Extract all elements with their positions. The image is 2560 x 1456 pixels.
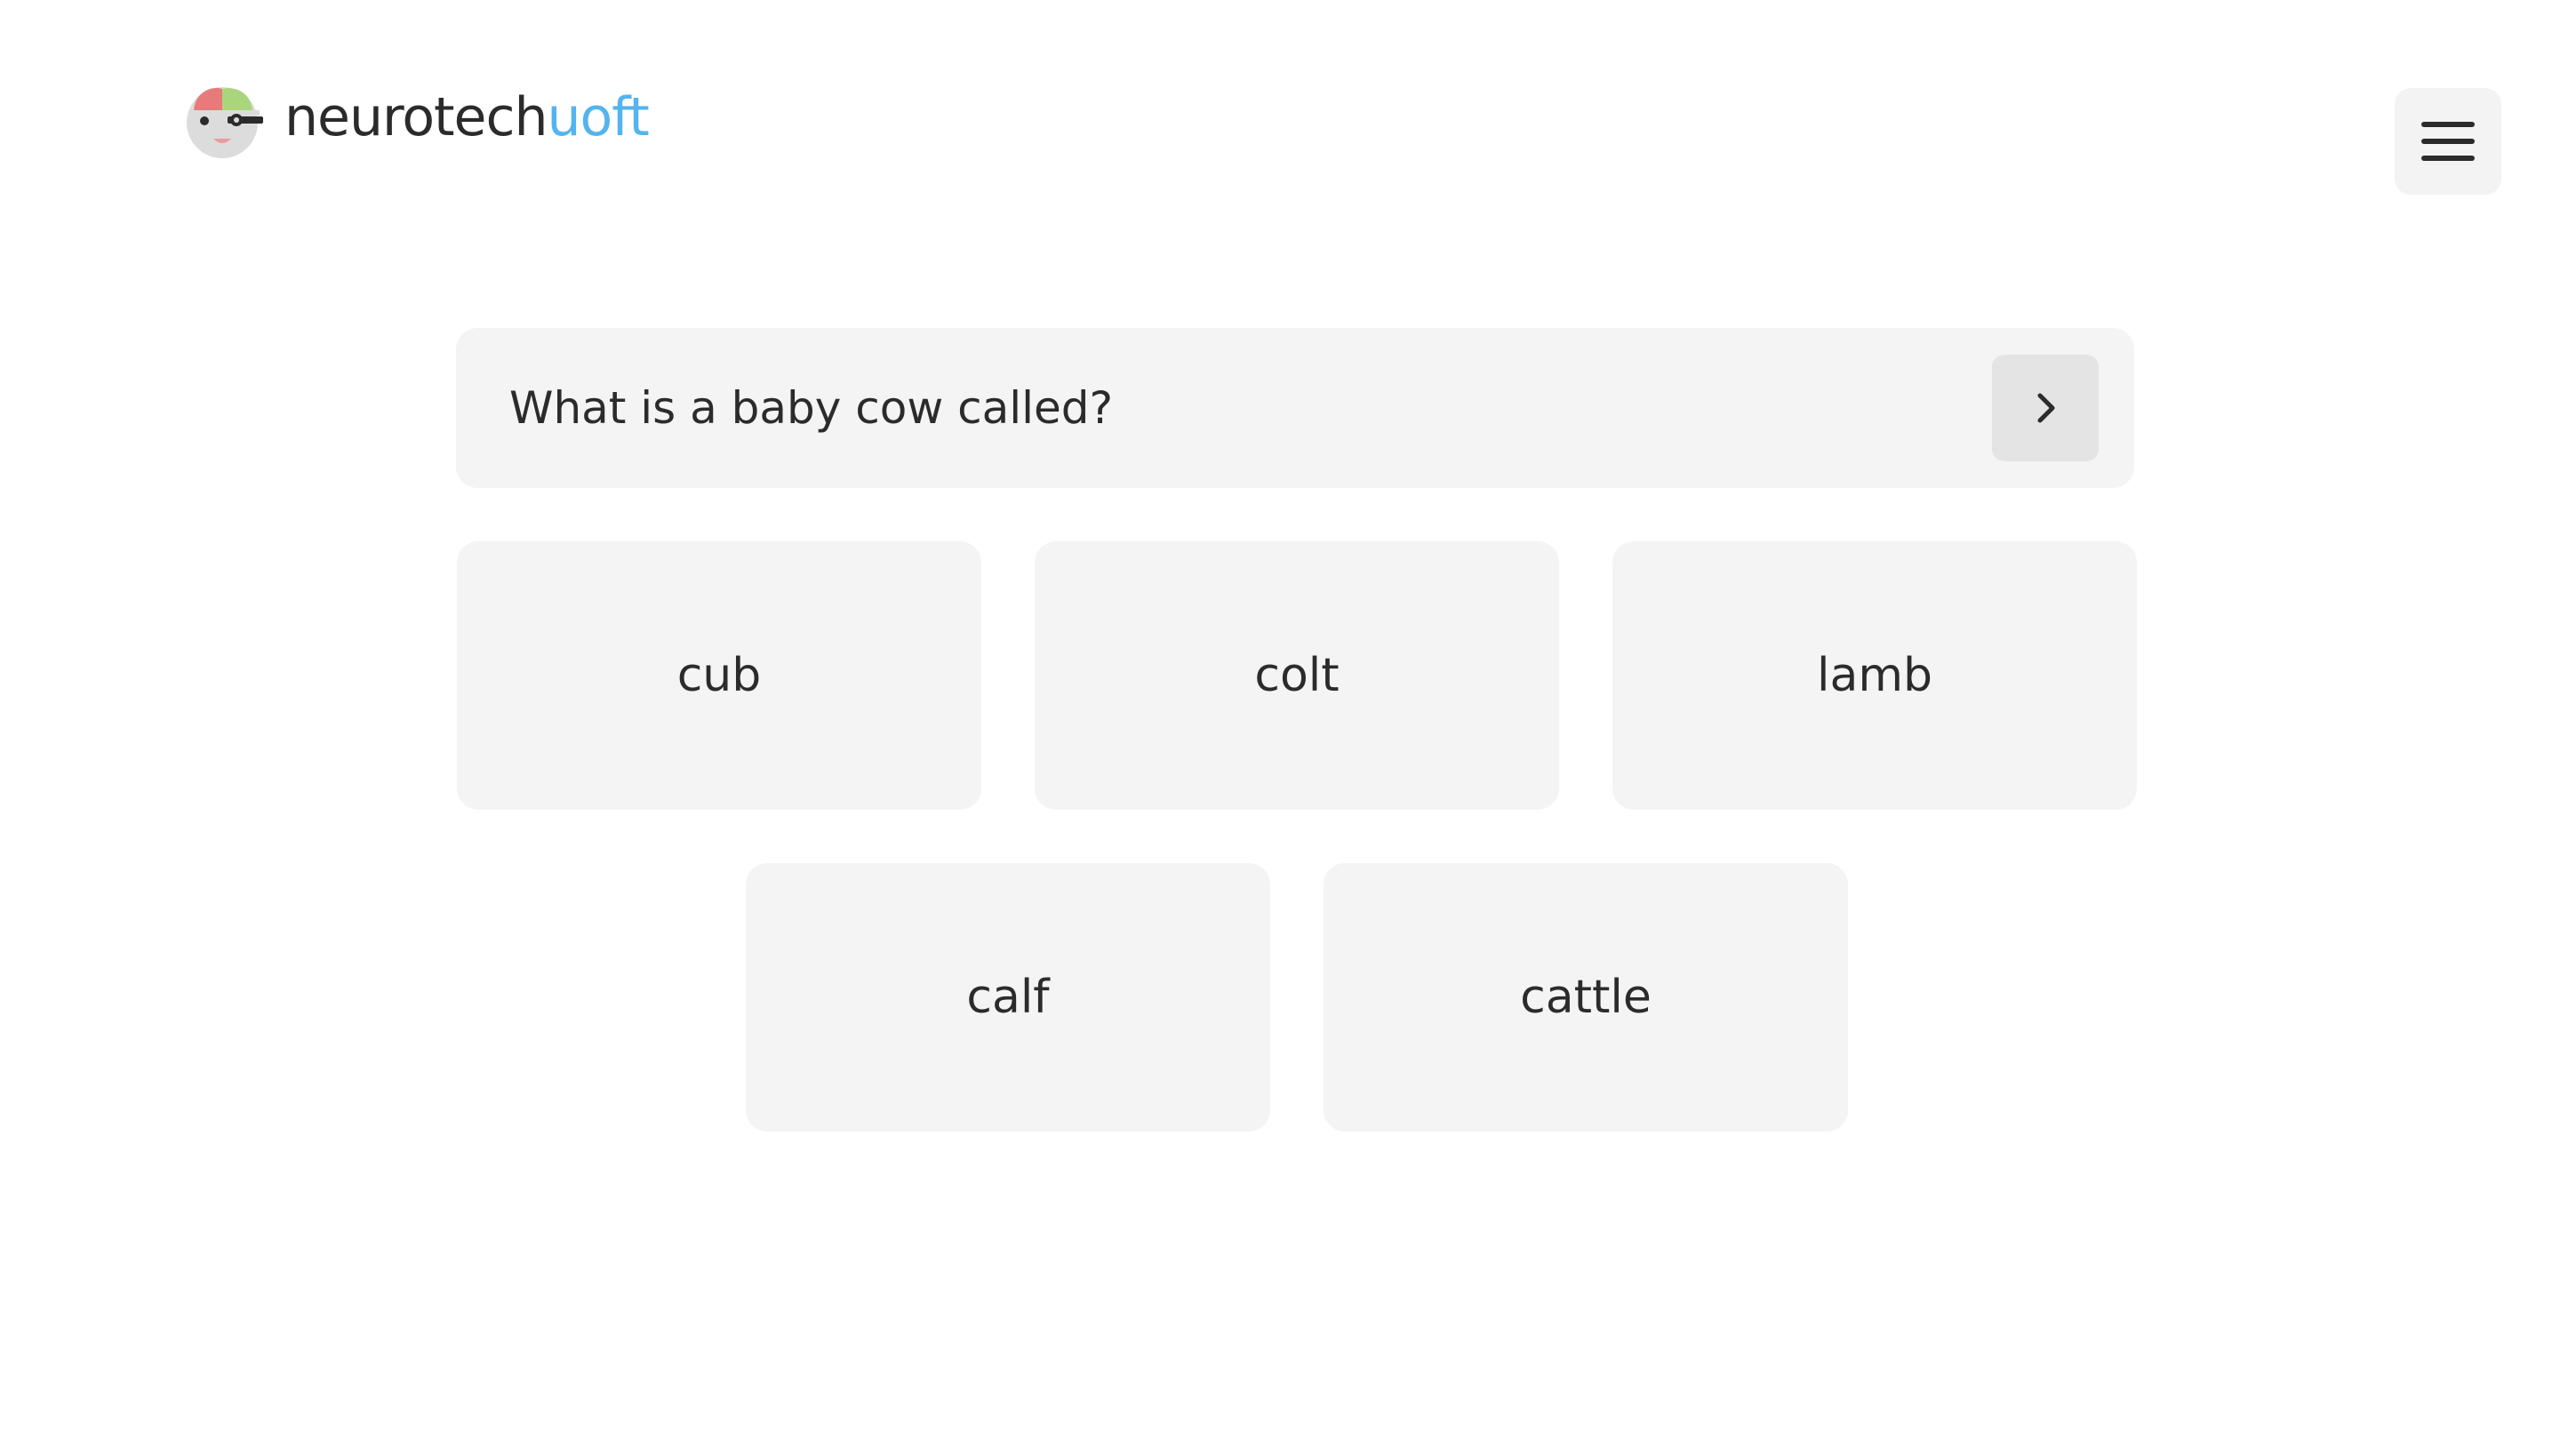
question-text: What is a baby cow called? [509,382,1114,434]
chevron-right-icon [2037,393,2055,423]
brand-name-accent: uoft [547,86,649,148]
hamburger-menu-icon-bar [2421,156,2475,161]
next-question-button[interactable] [1992,355,2099,461]
brand-name: neurotechuoft [284,91,650,144]
hamburger-menu-icon-bar [2421,139,2475,144]
answer-option-cub[interactable]: cub [457,541,981,810]
answer-option-cattle[interactable]: cattle [1324,863,1848,1132]
hamburger-menu-icon [2421,122,2475,127]
answer-option-lamb[interactable]: lamb [1612,541,2137,810]
brand-name-main: neurotech [284,86,548,148]
question-bar: What is a baby cow called? [456,328,2134,488]
brain-headset-logo-icon [187,87,263,158]
menu-button[interactable] [2395,88,2501,195]
answer-option-calf[interactable]: calf [746,863,1270,1132]
answer-option-colt[interactable]: colt [1035,541,1559,810]
brand-link[interactable]: neurotechuoft [181,75,650,160]
